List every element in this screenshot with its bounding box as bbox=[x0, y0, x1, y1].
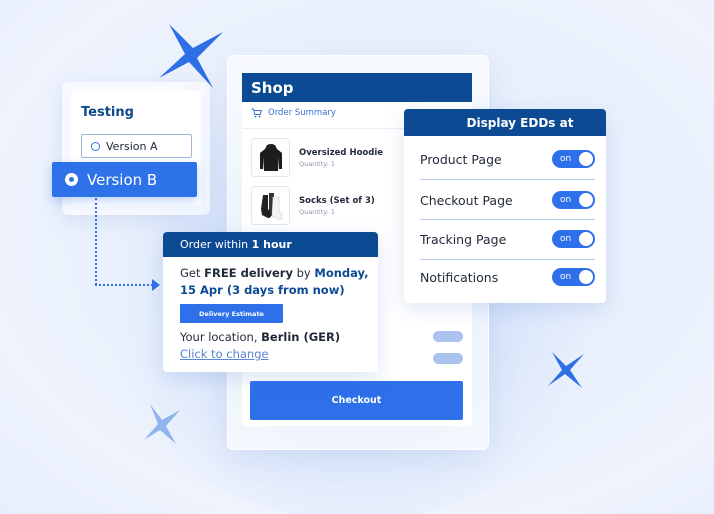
connector-line bbox=[95, 198, 97, 285]
product-item: Oversized Hoodie Quantity: 1 bbox=[251, 138, 383, 177]
toggle-switch[interactable]: on bbox=[552, 191, 595, 209]
edd-row-label: Product Page bbox=[420, 151, 502, 167]
delivery-header: Order within 1 hour bbox=[163, 232, 378, 257]
cart-icon bbox=[251, 108, 262, 118]
version-b-option[interactable]: Version B bbox=[52, 162, 197, 197]
testing-title: Testing bbox=[81, 105, 134, 120]
delivery-header-time: 1 hour bbox=[251, 238, 292, 251]
location-label: Your location, bbox=[180, 330, 262, 344]
delivery-header-text: Order within bbox=[180, 238, 252, 251]
shop-title: Shop bbox=[242, 73, 472, 102]
edd-row-checkout-page: Checkout Page on bbox=[420, 180, 595, 220]
version-a-label: Version A bbox=[106, 139, 158, 153]
product-quantity: Quantity: 1 bbox=[299, 159, 336, 168]
edd-row-tracking-page: Tracking Page on bbox=[420, 219, 595, 259]
connector-line bbox=[95, 284, 157, 286]
product-name: Socks (Set of 3) bbox=[299, 195, 375, 206]
free-delivery-text: FREE delivery bbox=[204, 266, 293, 280]
edd-settings-panel: Display EDDs at Product Page on Checkout… bbox=[404, 109, 606, 303]
radio-selected-icon bbox=[65, 173, 78, 186]
order-summary-label: Order Summary bbox=[268, 108, 336, 118]
sparkle-icon bbox=[548, 352, 584, 388]
change-location-link[interactable]: Click to change bbox=[180, 347, 269, 361]
hoodie-icon bbox=[251, 138, 290, 177]
toggle-switch[interactable]: on bbox=[552, 268, 595, 286]
delivery-date: Monday, bbox=[314, 266, 369, 280]
delivery-estimate-button[interactable]: Delivery Estimate bbox=[180, 304, 283, 323]
product-item: Socks (Set of 3) Quantity: 1 bbox=[251, 186, 375, 225]
order-summary[interactable]: Order Summary bbox=[251, 108, 336, 118]
version-b-label: Version B bbox=[87, 170, 158, 189]
socks-icon bbox=[251, 186, 290, 225]
edd-row-label: Tracking Page bbox=[420, 231, 507, 247]
version-a-option[interactable]: Version A bbox=[81, 134, 192, 158]
sparkle-icon bbox=[159, 24, 223, 88]
location-text: Your location, Berlin (GER) bbox=[180, 330, 340, 344]
edd-row-label: Checkout Page bbox=[420, 192, 513, 208]
delivery-date: 15 Apr (3 days from now) bbox=[180, 283, 345, 297]
toggle-switch[interactable]: on bbox=[552, 150, 595, 168]
delivery-message: Get FREE delivery by Monday, 15 Apr (3 d… bbox=[180, 265, 369, 299]
arrow-right-icon bbox=[152, 279, 160, 291]
delivery-estimate-card: Order within 1 hour Get FREE delivery by… bbox=[163, 232, 378, 372]
edd-row-product-page: Product Page on bbox=[420, 139, 595, 179]
product-quantity: Quantity: 1 bbox=[299, 207, 336, 216]
product-name: Oversized Hoodie bbox=[299, 147, 384, 158]
radio-unselected-icon bbox=[91, 141, 100, 151]
delivery-text: Get bbox=[180, 266, 205, 280]
edd-panel-title: Display EDDs at bbox=[404, 109, 606, 136]
toggle-switch[interactable]: on bbox=[552, 230, 595, 248]
edd-row-notifications: Notifications on bbox=[420, 257, 595, 297]
delivery-text: by bbox=[292, 266, 315, 280]
sparkle-icon bbox=[144, 404, 180, 444]
location-city: Berlin (GER) bbox=[261, 330, 341, 344]
placeholder-pill bbox=[433, 353, 463, 364]
placeholder-pill bbox=[433, 331, 463, 342]
checkout-button[interactable]: Checkout bbox=[250, 381, 463, 420]
edd-row-label: Notifications bbox=[420, 269, 499, 285]
